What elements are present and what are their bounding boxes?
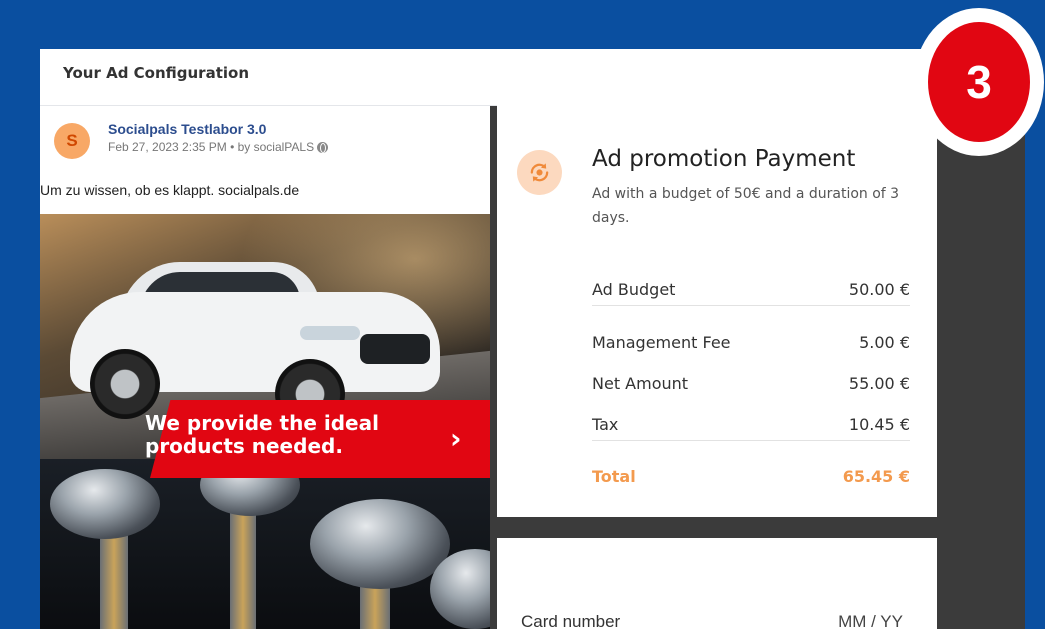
row-total: Total 65.45 € — [592, 463, 910, 493]
row-value: 65.45 € — [842, 467, 910, 486]
row-tax: Tax 10.45 € — [592, 411, 910, 441]
row-value: 55.00 € — [848, 374, 910, 393]
row-label: Ad Budget — [592, 280, 676, 299]
expiry-field[interactable]: MM / YY — [838, 612, 903, 629]
post-text: Um zu wissen, ob es klappt. socialpals.d… — [40, 182, 300, 198]
post-meta-text: Feb 27, 2023 2:35 PM • by socialPALS — [108, 140, 315, 154]
piston — [310, 499, 450, 589]
post-meta: Feb 27, 2023 2:35 PM • by socialPALS — [108, 140, 329, 154]
payment-title: Ad promotion Payment — [592, 146, 856, 172]
piston-rod — [230, 499, 256, 629]
row-label: Management Fee — [592, 333, 731, 352]
payment-description: Ad with a budget of 50€ and a duration o… — [592, 186, 900, 226]
piston — [50, 469, 160, 539]
ad-image[interactable]: We provide the ideal products needed. › — [40, 214, 490, 629]
currency-refresh-icon — [517, 150, 562, 195]
chevron-right-icon[interactable]: › — [450, 422, 462, 455]
panel-title: Your Ad Configuration — [63, 64, 249, 82]
row-label: Net Amount — [592, 374, 689, 393]
row-net-amount: Net Amount 55.00 € — [592, 370, 910, 400]
engine-pistons — [40, 454, 490, 629]
car-grille — [360, 334, 430, 364]
ad-banner-text: We provide the ideal products needed. — [145, 411, 379, 458]
row-value: 10.45 € — [848, 415, 910, 434]
row-label: Total — [592, 467, 636, 486]
panel-header: Your Ad Configuration — [40, 49, 1025, 106]
card-number-field[interactable]: Card number — [521, 612, 620, 629]
globe-icon — [317, 141, 329, 153]
row-ad-budget: Ad Budget 50.00 € — [592, 276, 910, 306]
page-name-link[interactable]: Socialpals Testlabor 3.0 — [108, 121, 266, 137]
car-wheel-rear — [90, 349, 160, 419]
row-value: 50.00 € — [848, 280, 910, 299]
row-label: Tax — [592, 415, 619, 434]
step-number: 3 — [928, 22, 1030, 142]
post-preview: S Socialpals Testlabor 3.0 Feb 27, 2023 … — [40, 106, 490, 629]
car-headlight — [300, 326, 360, 340]
card-details-form: Card number MM / YY — [497, 538, 937, 629]
row-management-fee: Management Fee 5.00 € — [592, 329, 910, 359]
avatar: S — [54, 123, 90, 159]
row-value: 5.00 € — [859, 333, 910, 352]
payment-summary-card: Ad promotion Payment Ad with a budget of… — [497, 103, 937, 517]
